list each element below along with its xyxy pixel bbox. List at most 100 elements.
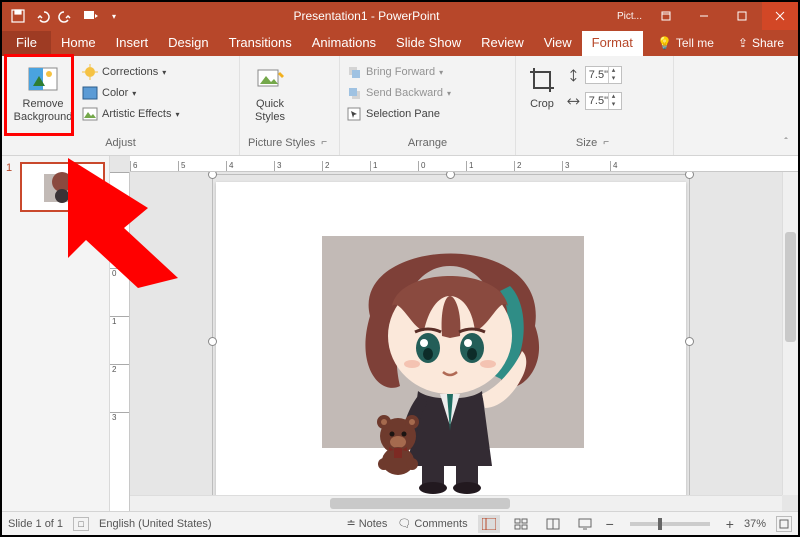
width-icon [566, 94, 581, 109]
save-icon[interactable] [10, 8, 26, 24]
zoom-slider[interactable] [630, 522, 710, 526]
window-title: Presentation1 - PowerPoint [122, 9, 611, 23]
tab-insert[interactable]: Insert [106, 31, 159, 56]
tab-view[interactable]: View [534, 31, 582, 56]
window-controls [648, 2, 798, 30]
send-backward-label: Send Backward [366, 87, 443, 99]
group-size: Crop 7.5"▴▾ 7.5"▴▾ Size ⌐ [516, 56, 674, 155]
canvas[interactable] [130, 172, 782, 495]
horizontal-scrollbar[interactable] [130, 495, 782, 511]
tab-transitions[interactable]: Transitions [219, 31, 302, 56]
height-value: 7.5" [589, 69, 608, 81]
slide-indicator: Slide 1 of 1 [8, 518, 63, 530]
fit-to-window-button[interactable] [776, 516, 792, 532]
collapse-ribbon-icon[interactable]: ˆ [778, 137, 794, 153]
chevron-down-icon: ▾ [162, 68, 166, 77]
share-label: Share [752, 36, 784, 50]
quick-access-toolbar: ▾ [2, 8, 122, 24]
resize-handle-n[interactable] [446, 172, 455, 179]
tab-review[interactable]: Review [471, 31, 534, 56]
close-button[interactable] [762, 2, 798, 30]
qat-dropdown-icon[interactable]: ▾ [106, 8, 122, 24]
height-input[interactable]: 7.5"▴▾ [585, 66, 622, 84]
scrollbar-thumb[interactable] [330, 498, 510, 509]
redo-icon[interactable] [58, 8, 74, 24]
notes-button[interactable]: ≐ Notes [346, 517, 387, 530]
resize-handle-ne[interactable] [685, 172, 694, 179]
share-button[interactable]: ⇪ Share [724, 36, 798, 56]
group-adjust: Remove Background Corrections▾ Color▾ Ar… [2, 56, 240, 155]
chevron-down-icon: ▾ [175, 110, 179, 119]
tab-home[interactable]: Home [51, 31, 106, 56]
tab-slideshow[interactable]: Slide Show [386, 31, 471, 56]
status-bar: Slide 1 of 1 □ English (United States) ≐… [2, 511, 798, 535]
picture-styles-dialog-launcher[interactable]: ⌐ [317, 137, 331, 153]
picture-styles-group-label: Picture Styles [248, 137, 315, 153]
width-input[interactable]: 7.5"▴▾ [585, 92, 622, 110]
artistic-effects-label: Artistic Effects [102, 108, 171, 120]
tab-design[interactable]: Design [158, 31, 218, 56]
bring-forward-button[interactable]: Bring Forward▾ [346, 62, 451, 82]
selection-pane-icon [346, 106, 362, 122]
tell-me[interactable]: 💡 Tell me [647, 36, 724, 56]
vertical-scrollbar[interactable] [782, 172, 798, 495]
start-from-beginning-icon[interactable] [82, 8, 98, 24]
selection-pane-button[interactable]: Selection Pane [346, 104, 451, 124]
reading-view-icon[interactable] [542, 515, 564, 533]
selection-outline [212, 174, 690, 495]
tutorial-arrow [68, 158, 218, 288]
crop-label: Crop [524, 98, 560, 111]
slideshow-view-icon[interactable] [574, 515, 596, 533]
chevron-down-icon: ▾ [132, 89, 136, 98]
selection-pane-label: Selection Pane [366, 108, 440, 120]
quick-styles-button[interactable]: Quick Styles [246, 60, 294, 127]
app-window: ▾ Presentation1 - PowerPoint Pict... Fil… [0, 0, 800, 537]
corrections-button[interactable]: Corrections▾ [82, 62, 180, 82]
slide-sorter-view-icon[interactable] [510, 515, 532, 533]
slide[interactable] [216, 182, 686, 495]
adjust-group-label: Adjust [2, 137, 239, 155]
ruler-horizontal: 65432101234 [130, 156, 798, 172]
artistic-effects-button[interactable]: Artistic Effects ▾ [82, 104, 180, 124]
zoom-in-button[interactable]: + [726, 516, 734, 532]
language-indicator[interactable]: English (United States) [99, 518, 212, 530]
size-dialog-launcher[interactable]: ⌐ [599, 137, 613, 153]
group-picture-styles: Quick Styles Picture Styles ⌐ [240, 56, 340, 155]
height-icon [566, 68, 581, 83]
minimize-button[interactable] [686, 2, 722, 30]
zoom-slider-handle[interactable] [658, 518, 662, 530]
comments-button[interactable]: 🗨 Comments [397, 517, 467, 530]
normal-view-icon[interactable] [478, 515, 500, 533]
resize-handle-w[interactable] [208, 337, 217, 346]
send-backward-icon [346, 85, 362, 101]
tab-file[interactable]: File [2, 31, 51, 56]
lightbulb-icon: 💡 [657, 36, 672, 50]
zoom-level[interactable]: 37% [744, 518, 766, 530]
ribbon-options-icon[interactable] [648, 2, 684, 30]
crop-button[interactable]: Crop [522, 60, 562, 115]
maximize-button[interactable] [724, 2, 760, 30]
send-backward-button[interactable]: Send Backward▾ [346, 83, 451, 103]
ribbon-tabs: File Home Insert Design Transitions Anim… [2, 30, 798, 56]
spellcheck-icon[interactable]: □ [73, 517, 89, 531]
arrange-group-label: Arrange [340, 137, 515, 155]
share-icon: ⇪ [738, 36, 748, 50]
tab-animations[interactable]: Animations [302, 31, 386, 56]
editor-area: 1 65432101234 10123 [2, 156, 798, 511]
slide-number: 1 [6, 162, 16, 212]
color-icon [82, 85, 98, 101]
zoom-out-button[interactable]: − [606, 516, 614, 532]
ribbon: Remove Background Corrections▾ Color▾ Ar… [2, 56, 798, 156]
tutorial-highlight [4, 54, 74, 136]
resize-handle-e[interactable] [685, 337, 694, 346]
color-button[interactable]: Color ▾ [82, 83, 180, 103]
scrollbar-thumb[interactable] [785, 232, 796, 342]
width-value: 7.5" [589, 95, 608, 107]
undo-icon[interactable] [34, 8, 50, 24]
tab-format[interactable]: Format [582, 31, 643, 56]
title-bar: ▾ Presentation1 - PowerPoint Pict... [2, 2, 798, 30]
picture-tools-label: Pict... [611, 11, 648, 22]
bring-forward-icon [346, 64, 362, 80]
color-label: Color [102, 87, 128, 99]
size-group-label: Size [576, 137, 597, 153]
